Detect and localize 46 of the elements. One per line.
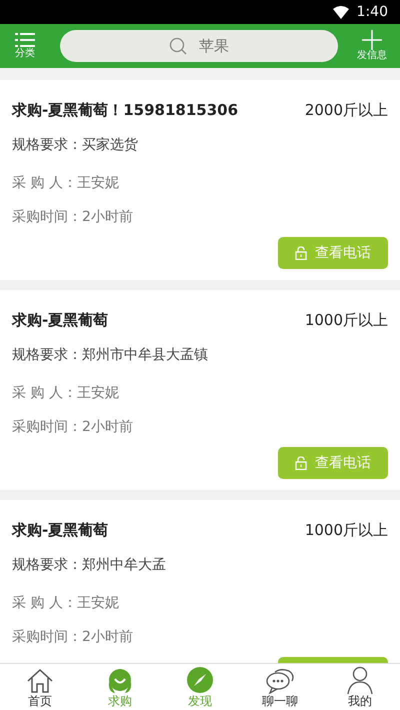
field-value: 王安妮 — [76, 174, 119, 192]
field-value: 郑州市中牟县大孟镇 — [82, 346, 208, 364]
wifi-icon — [332, 6, 349, 18]
field-label: 采 购 人： — [12, 384, 77, 402]
lock-icon — [295, 456, 307, 470]
field-value: 郑州中牟大孟 — [82, 556, 166, 574]
tab[interactable]: 首页 — [0, 664, 80, 710]
listing-title: 求购-夏黑葡萄 — [12, 520, 108, 541]
field-label: 采购时间： — [12, 628, 82, 646]
field-label: 采购时间： — [12, 208, 82, 226]
tab[interactable]: 发现 — [160, 664, 240, 710]
field-value: 2小时前 — [82, 208, 133, 226]
field-label: 采购时间： — [12, 418, 82, 436]
listing-title: 求购-夏黑葡萄 — [12, 310, 108, 331]
tab[interactable]: 聊一聊 — [240, 664, 320, 710]
tab[interactable]: 我的 — [320, 664, 400, 710]
person-icon — [346, 666, 374, 694]
field-value: 王安妮 — [76, 384, 119, 402]
search-icon — [169, 37, 187, 55]
quantity-text: 1000斤以上 — [304, 520, 388, 541]
chat-icon — [265, 668, 295, 694]
menu-icon — [15, 32, 35, 48]
field-value: 2小时前 — [82, 628, 133, 646]
plus-icon — [362, 30, 382, 50]
post-button[interactable]: 发信息 — [354, 30, 390, 62]
field-label: 规格要求： — [12, 346, 82, 364]
search-field[interactable]: 苹果 — [60, 30, 338, 62]
view-phone-button[interactable]: 查看电话 — [278, 447, 388, 479]
listing-title: 求购-夏黑葡萄！15981815306 — [12, 100, 238, 121]
field-label: 采 购 人： — [12, 174, 77, 192]
home-icon — [26, 668, 54, 694]
smiley-icon — [106, 668, 134, 694]
quantity-text: 2000斤以上 — [304, 100, 388, 121]
compass-icon — [186, 666, 214, 694]
status-time: 1:40 — [356, 2, 388, 22]
quantity-text: 1000斤以上 — [304, 310, 388, 331]
lock-icon — [295, 246, 307, 260]
field-label: 规格要求： — [12, 136, 82, 154]
field-label: 采 购 人： — [12, 594, 77, 612]
category-button[interactable]: 分类 — [10, 32, 40, 60]
field-value: 2小时前 — [82, 418, 133, 436]
view-phone-button[interactable]: 查看电话 — [278, 237, 388, 269]
field-value: 买家选货 — [82, 136, 138, 154]
field-value: 王安妮 — [76, 594, 119, 612]
tab[interactable]: 求购 — [80, 664, 160, 710]
field-label: 规格要求： — [12, 556, 82, 574]
